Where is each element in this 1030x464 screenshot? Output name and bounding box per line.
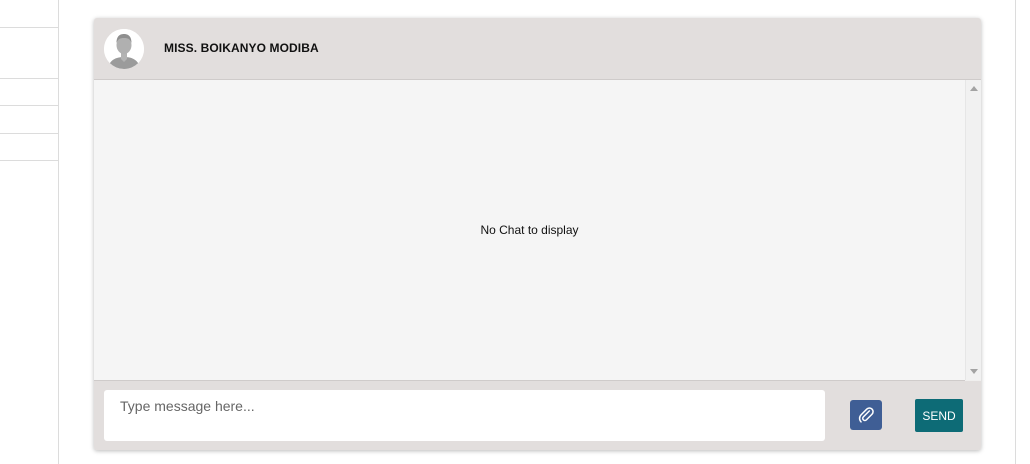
sidebar-row[interactable] — [0, 134, 58, 161]
sidebar-row[interactable] — [0, 106, 58, 134]
avatar — [104, 29, 144, 69]
sidebar-row[interactable] — [0, 0, 58, 28]
sidebar-fragment — [0, 0, 59, 464]
chat-composer: SEND — [94, 381, 981, 450]
sidebar-row[interactable] — [0, 28, 58, 79]
contact-name: MISS. BOIKANYO MODIBA — [164, 41, 319, 55]
scroll-down-icon[interactable] — [970, 369, 978, 374]
empty-chat-message: No Chat to display — [480, 223, 579, 237]
send-button[interactable]: SEND — [915, 399, 963, 432]
user-silhouette-icon — [104, 29, 144, 69]
chat-panel: MISS. BOIKANYO MODIBA No Chat to display… — [94, 18, 981, 450]
attach-button[interactable] — [850, 400, 882, 430]
scroll-up-icon[interactable] — [970, 86, 978, 91]
chat-messages-area[interactable]: No Chat to display — [94, 80, 965, 381]
paperclip-icon — [858, 407, 874, 423]
chat-header: MISS. BOIKANYO MODIBA — [94, 18, 981, 80]
page-divider — [1015, 0, 1016, 464]
sidebar-row[interactable] — [0, 79, 58, 106]
chat-scrollbar[interactable] — [965, 80, 981, 380]
message-input[interactable] — [104, 390, 825, 441]
